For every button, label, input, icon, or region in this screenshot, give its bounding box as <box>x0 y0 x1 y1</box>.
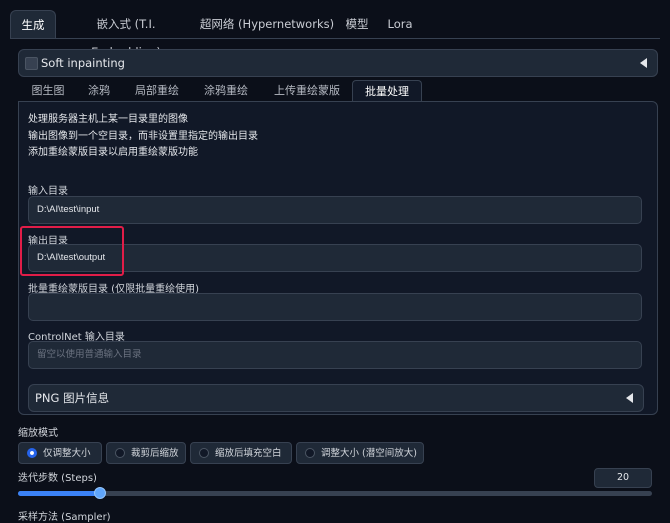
tab-batch[interactable]: 批量处理 <box>352 80 422 103</box>
resize-option-resize-fill[interactable]: 缩放后填充空白 <box>190 442 292 464</box>
top-tab-bar: 生成 嵌入式 (T.I. Embedding) 超网络 (Hypernetwor… <box>10 10 660 59</box>
tab-inpaint[interactable]: 局部重绘 <box>126 80 188 102</box>
soft-inpainting-checkbox[interactable] <box>25 57 38 70</box>
resize-mode-label: 缩放模式 <box>18 428 58 439</box>
soft-inpainting-accordion[interactable]: Soft inpainting <box>18 49 658 77</box>
tab-lora[interactable]: Lora <box>382 10 418 38</box>
tab-hypernetworks[interactable]: 超网络 (Hypernetworks) <box>198 10 336 38</box>
png-info-accordion[interactable]: PNG 图片信息 <box>28 384 644 412</box>
resize-option-latent-upscale[interactable]: 调整大小 (潜空间放大) <box>296 442 424 464</box>
resize-option-crop-resize[interactable]: 裁剪后缩放 <box>106 442 186 464</box>
batch-desc-line-1: 处理服务器主机上某一目录里的图像 <box>28 114 188 125</box>
steps-slider-track[interactable] <box>18 491 652 496</box>
collapse-triangle-icon[interactable] <box>640 58 647 68</box>
mask-dir-field[interactable] <box>28 293 642 321</box>
input-dir-label: 输入目录 <box>28 186 68 197</box>
radio-icon <box>115 448 125 458</box>
tab-inpaint-sketch[interactable]: 涂鸦重绘 <box>194 80 258 102</box>
steps-number-input[interactable]: 20 <box>594 468 652 488</box>
tab-models[interactable]: 模型 <box>340 10 374 38</box>
radio-selected-icon <box>27 448 37 458</box>
tab-sketch[interactable]: 涂鸦 <box>78 80 120 102</box>
steps-slider-thumb[interactable] <box>94 487 107 499</box>
radio-icon <box>305 448 315 458</box>
batch-desc-line-3: 添加重绘蒙版目录以启用重绘蒙版功能 <box>28 147 198 158</box>
tab-embedding[interactable]: 嵌入式 (T.I. Embedding) <box>60 10 192 59</box>
steps-slider-fill <box>18 491 101 496</box>
tab-inpaint-upload[interactable]: 上传重绘蒙版 <box>264 80 350 102</box>
resize-option-just-resize[interactable]: 仅调整大小 <box>18 442 102 464</box>
tab-img2img[interactable]: 图生图 <box>22 80 74 102</box>
radio-icon <box>199 448 209 458</box>
tab-generate[interactable]: 生成 <box>10 10 56 39</box>
tab-divider <box>10 38 660 39</box>
highlight-box <box>20 226 124 276</box>
png-info-label: PNG 图片信息 <box>35 391 110 405</box>
steps-label: 迭代步数 (Steps) <box>18 473 97 484</box>
input-dir-field[interactable] <box>28 196 642 224</box>
controlnet-dir-field[interactable] <box>28 341 642 369</box>
batch-desc-line-2: 输出图像到一个空目录，而非设置里指定的输出目录 <box>28 131 258 142</box>
collapse-triangle-icon[interactable] <box>626 393 633 403</box>
soft-inpainting-label: Soft inpainting <box>41 56 125 70</box>
